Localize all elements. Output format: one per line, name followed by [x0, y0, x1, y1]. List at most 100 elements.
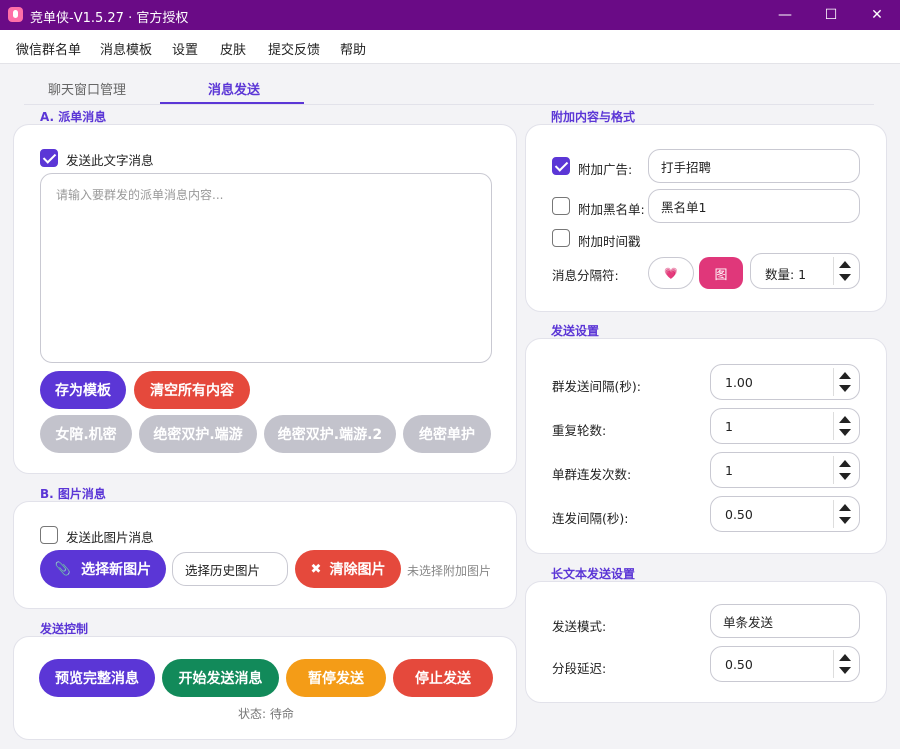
dispatch-message-input[interactable]: 请输入要群发的派单消息内容...	[40, 173, 492, 363]
clear-image-label: 清除图片	[329, 562, 386, 578]
stepper-down-icon[interactable]	[839, 473, 851, 480]
stepper-up-icon[interactable]	[839, 416, 851, 423]
image-section-title: B. 图片消息	[40, 487, 106, 501]
send-image-checkbox[interactable]	[40, 526, 58, 544]
stepper-up-icon[interactable]	[839, 504, 851, 511]
template-button-2[interactable]: 绝密双护.端游	[139, 415, 257, 453]
extra-card: 附加广告: 打手招聘 附加黑名单: 黑名单1 附加时间戳 消息分隔符: 💗 图 …	[525, 124, 887, 312]
separator-label: 消息分隔符:	[552, 268, 619, 283]
timestamp-label: 附加时间戳	[578, 234, 641, 249]
preview-button[interactable]: 预览完整消息	[39, 659, 155, 697]
separator-count-value: 数量: 1	[765, 267, 807, 282]
burst-interval-value: 0.50	[725, 507, 753, 522]
menu-feedback[interactable]: 提交反馈	[268, 39, 320, 58]
stepper-up-icon[interactable]	[839, 261, 851, 268]
heart-icon: 💗	[664, 266, 678, 280]
select-new-image-label: 选择新图片	[81, 562, 152, 578]
stepper-down-icon[interactable]	[839, 385, 851, 392]
group-interval-stepper[interactable]: 1.00	[710, 364, 860, 400]
extra-section-title: 附加内容与格式	[551, 110, 636, 124]
blacklist-checkbox[interactable]	[552, 197, 570, 215]
ad-label: 附加广告:	[578, 162, 633, 177]
stepper-up-icon[interactable]	[839, 372, 851, 379]
template-button-4[interactable]: 绝密单护	[403, 415, 491, 453]
stepper-arrows	[833, 257, 855, 285]
stepper-up-icon[interactable]	[839, 460, 851, 467]
minimize-button[interactable]: —	[762, 0, 808, 30]
menu-bar: 微信群名单 消息模板 设置 皮肤 提交反馈 帮助	[0, 30, 900, 64]
menu-group-list[interactable]: 微信群名单	[16, 39, 81, 58]
close-button[interactable]: ✕	[854, 0, 900, 30]
status-text: 状态: 待命	[238, 707, 294, 721]
burst-count-stepper[interactable]: 1	[710, 452, 860, 488]
tab-message-send[interactable]: 消息发送	[208, 79, 260, 98]
template-button-1[interactable]: 女陪.机密	[40, 415, 132, 453]
save-template-button[interactable]: 存为模板	[40, 371, 126, 409]
title-bar: 竞单侠-V1.5.27 · 官方授权 — ☐ ✕	[0, 0, 900, 30]
tab-active-indicator	[160, 102, 304, 104]
burst-count-label: 单群连发次数:	[552, 467, 632, 482]
app-icon	[8, 7, 23, 22]
maximize-button[interactable]: ☐	[808, 0, 854, 30]
image-card: 发送此图片消息 📎 选择新图片 选择历史图片 ✖ 清除图片 未选择附加图片	[13, 501, 517, 609]
paperclip-icon: 📎	[54, 561, 72, 577]
stepper-arrows	[833, 456, 855, 484]
burst-interval-stepper[interactable]: 0.50	[710, 496, 860, 532]
repeat-rounds-stepper[interactable]: 1	[710, 408, 860, 444]
no-image-text: 未选择附加图片	[407, 564, 492, 578]
blacklist-input[interactable]: 黑名单1	[648, 189, 860, 223]
dispatch-card: 发送此文字消息 请输入要群发的派单消息内容... 存为模板 清空所有内容 女陪.…	[13, 124, 517, 474]
control-card: 预览完整消息 开始发送消息 暂停发送 停止发送 状态: 待命	[13, 636, 517, 740]
stop-send-button[interactable]: 停止发送	[393, 659, 493, 697]
stepper-down-icon[interactable]	[839, 667, 851, 674]
send-mode-select[interactable]: 单条发送	[710, 604, 860, 638]
stepper-arrows	[833, 368, 855, 396]
ad-checkbox[interactable]	[552, 157, 570, 175]
template-button-3[interactable]: 绝密双护.端游.2	[264, 415, 396, 453]
menu-settings[interactable]: 设置	[172, 39, 198, 58]
burst-interval-label: 连发间隔(秒):	[552, 511, 629, 526]
dispatch-section-title: A. 派单消息	[40, 110, 107, 124]
pause-send-button[interactable]: 暂停发送	[286, 659, 386, 697]
control-section-title: 发送控制	[40, 622, 89, 636]
clear-image-button[interactable]: ✖ 清除图片	[295, 550, 401, 588]
group-interval-value: 1.00	[725, 375, 753, 390]
history-image-select[interactable]: 选择历史图片	[172, 552, 288, 586]
separator-image-button[interactable]: 图	[699, 257, 743, 289]
send-settings-card: 群发送间隔(秒): 1.00 重复轮数: 1 单群连发次数: 1 连发间隔(秒)…	[525, 338, 887, 554]
tab-chat-window[interactable]: 聊天窗口管理	[48, 79, 126, 98]
stepper-arrows	[833, 500, 855, 528]
menu-skin[interactable]: 皮肤	[220, 39, 246, 58]
send-text-label: 发送此文字消息	[66, 153, 154, 168]
repeat-rounds-label: 重复轮数:	[552, 423, 607, 438]
tab-divider	[24, 104, 874, 105]
separator-count-stepper[interactable]: 数量: 1	[750, 253, 860, 289]
window-title: 竞单侠-V1.5.27 · 官方授权	[30, 11, 189, 26]
send-text-checkbox[interactable]	[40, 149, 58, 167]
stepper-arrows	[833, 412, 855, 440]
stepper-down-icon[interactable]	[839, 274, 851, 281]
timestamp-checkbox[interactable]	[552, 229, 570, 247]
segment-delay-stepper[interactable]: 0.50	[710, 646, 860, 682]
select-new-image-button[interactable]: 📎 选择新图片	[40, 550, 166, 588]
ad-input[interactable]: 打手招聘	[648, 149, 860, 183]
start-send-button[interactable]: 开始发送消息	[162, 659, 279, 697]
blacklist-label: 附加黑名单:	[578, 202, 645, 217]
send-settings-section-title: 发送设置	[551, 324, 600, 338]
clear-all-button[interactable]: 清空所有内容	[134, 371, 250, 409]
separator-emoji-button[interactable]: 💗	[648, 257, 694, 289]
menu-help[interactable]: 帮助	[340, 39, 366, 58]
segment-delay-value: 0.50	[725, 657, 753, 672]
close-icon: ✖	[310, 561, 322, 577]
stepper-down-icon[interactable]	[839, 429, 851, 436]
segment-delay-label: 分段延迟:	[552, 661, 607, 676]
long-text-card: 发送模式: 单条发送 分段延迟: 0.50	[525, 581, 887, 703]
menu-templates[interactable]: 消息模板	[100, 39, 152, 58]
long-text-section-title: 长文本发送设置	[551, 567, 636, 581]
stepper-up-icon[interactable]	[839, 654, 851, 661]
send-mode-label: 发送模式:	[552, 619, 607, 634]
repeat-rounds-value: 1	[725, 419, 733, 434]
send-image-label: 发送此图片消息	[66, 530, 154, 545]
stepper-arrows	[833, 650, 855, 678]
stepper-down-icon[interactable]	[839, 517, 851, 524]
